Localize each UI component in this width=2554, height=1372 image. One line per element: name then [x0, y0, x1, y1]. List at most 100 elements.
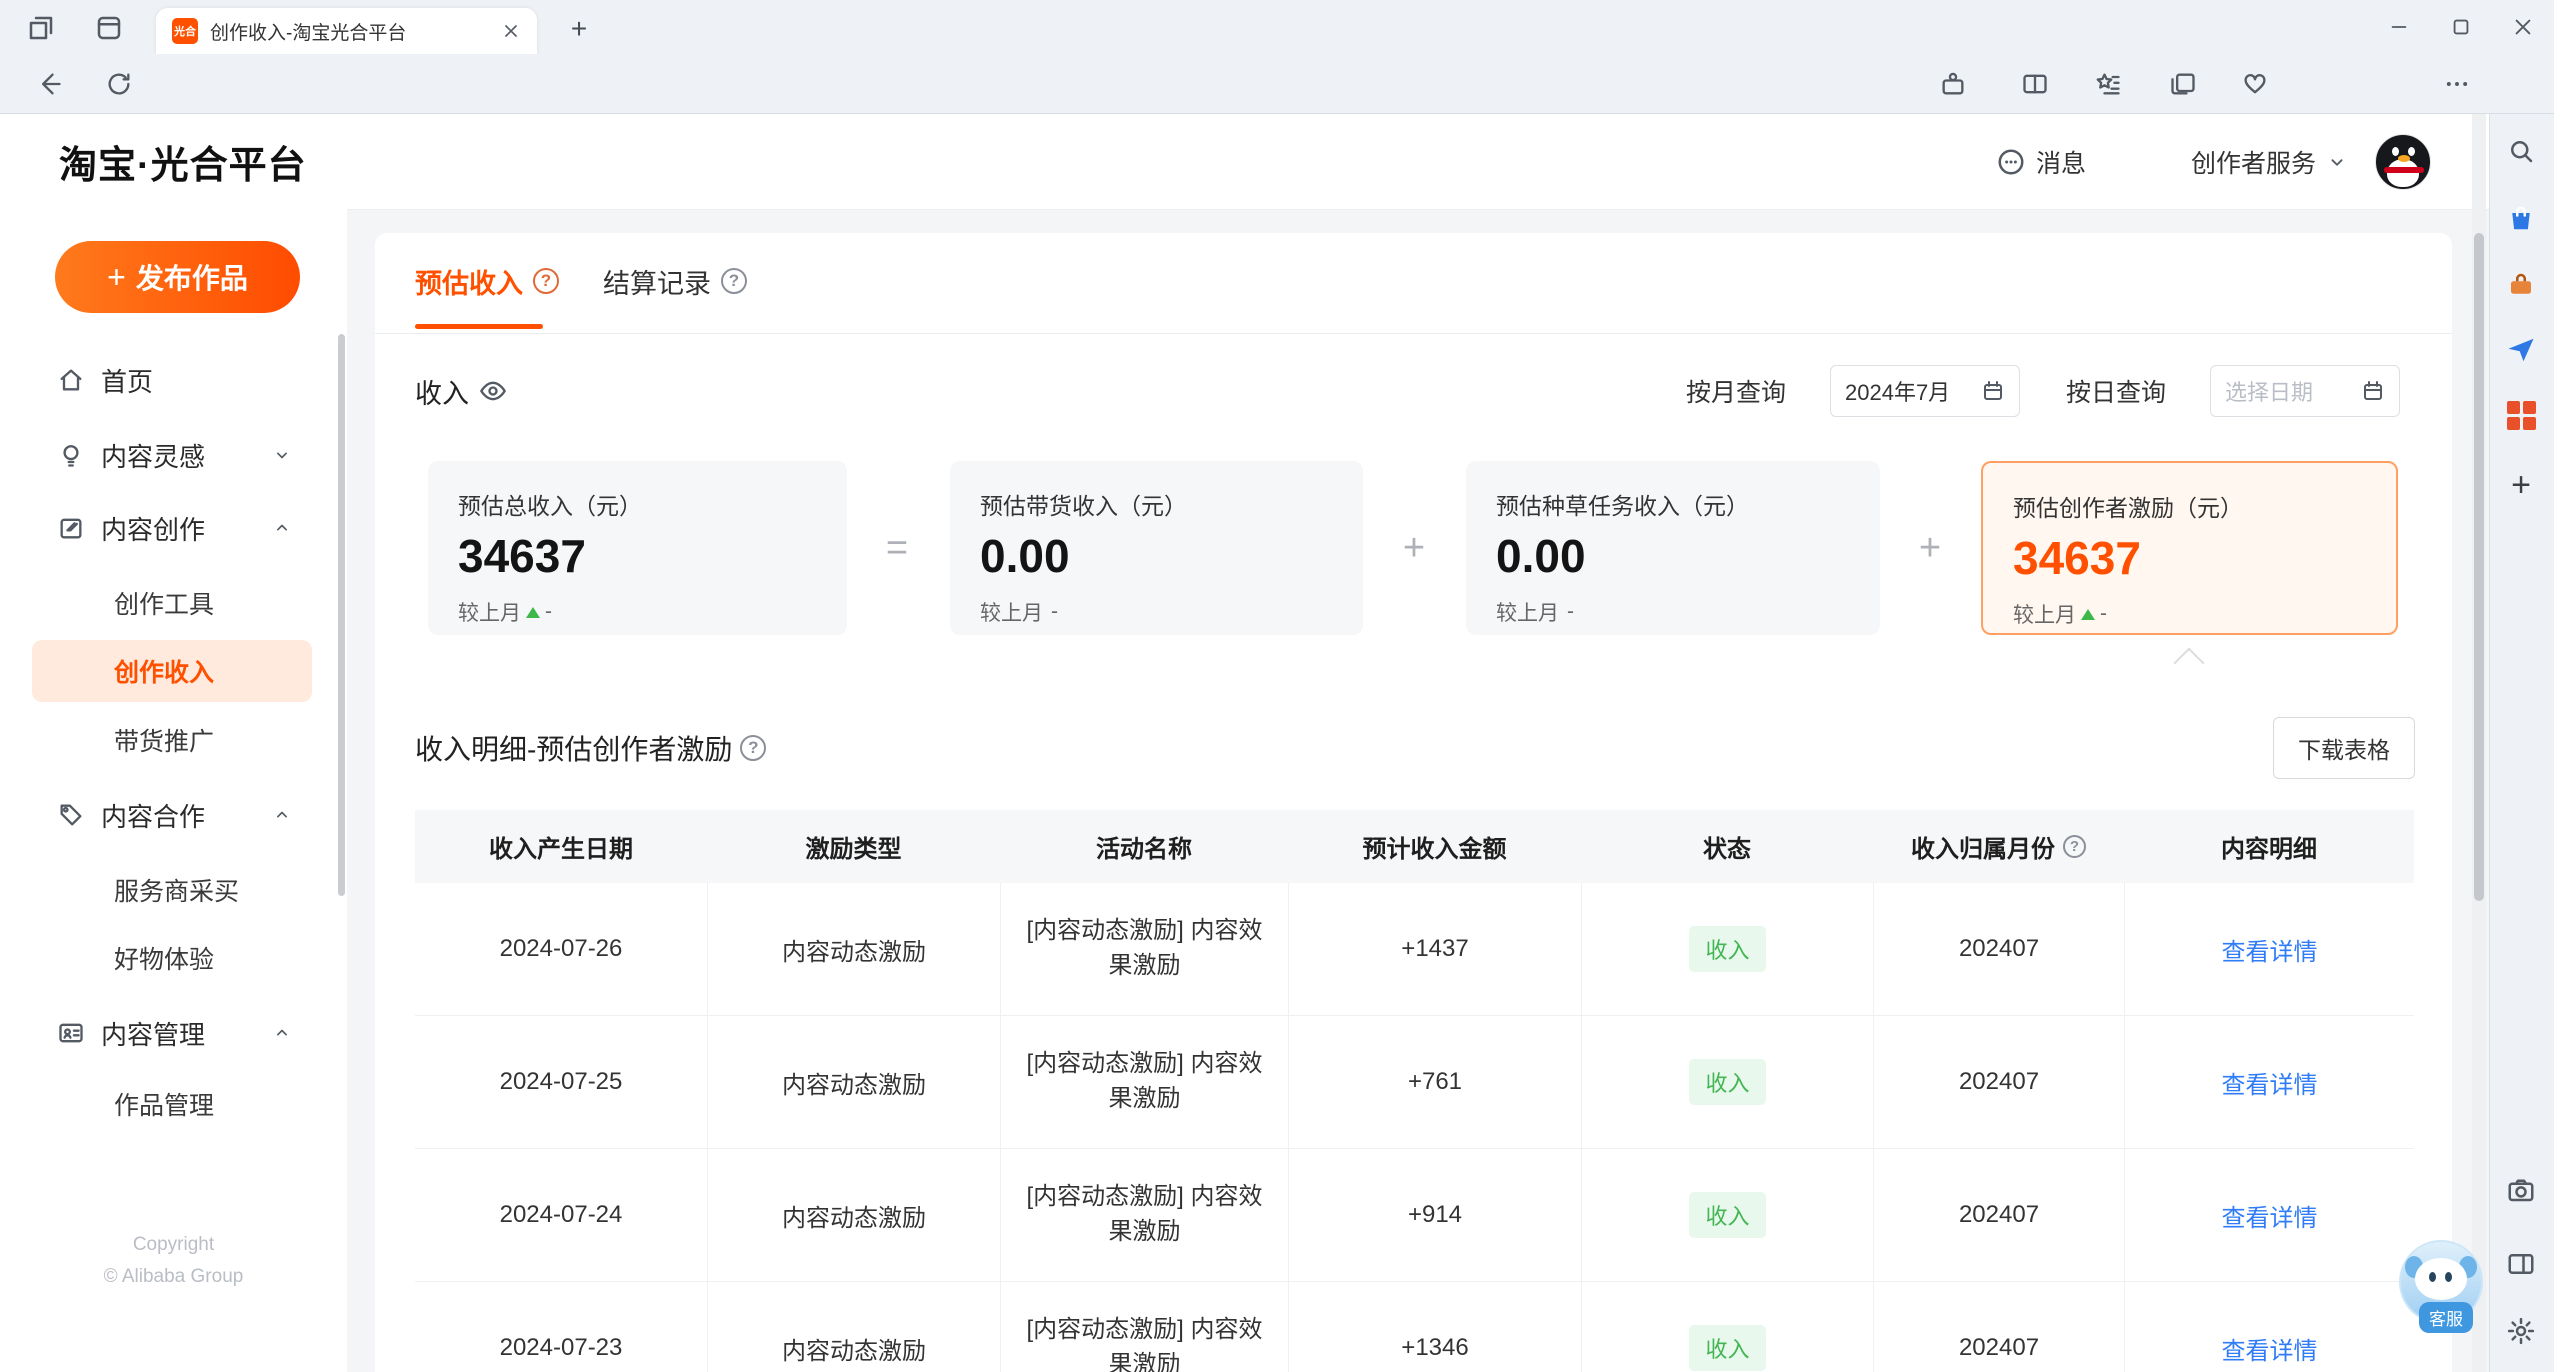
table-row: 2024-07-26 内容动态激励 [内容动态激励] 内容效果激励 +1437 …	[415, 883, 2414, 1016]
sidebar-item-product-promotion[interactable]: 带货推广	[0, 710, 347, 770]
sidebar-item-creation[interactable]: 内容创作	[0, 496, 347, 560]
stat-title: 预估种草任务收入（元）	[1496, 493, 1749, 519]
income-toolbar: 收入 按月查询 2024年7月 按日查询 选择日期	[375, 361, 2452, 421]
favorites-icon[interactable]	[2093, 69, 2123, 99]
browser-tab-strip: 光合 创作收入-淘宝光合平台 +	[0, 0, 2554, 54]
cell-date: 2024-07-23	[499, 1334, 623, 1361]
browser-essentials-icon[interactable]	[2240, 69, 2270, 99]
publish-label: 发布作品	[135, 263, 248, 294]
view-details-link[interactable]: 查看详情	[2222, 1331, 2318, 1366]
view-details-link[interactable]: 查看详情	[2222, 932, 2318, 967]
settings-gear-icon[interactable]	[2506, 1316, 2536, 1346]
month-picker-input[interactable]: 2024年7月	[1830, 365, 2020, 417]
help-icon[interactable]	[2063, 835, 2086, 858]
table-row: 2024-07-24 内容动态激励 [内容动态激励] 内容效果激励 +914 收…	[415, 1149, 2414, 1282]
stat-card-task-income: 预估种草任务收入（元） 0.00 较上月 -	[1466, 461, 1880, 635]
view-details-link[interactable]: 查看详情	[2222, 1198, 2318, 1233]
sidebar-item-label: 创作工具	[114, 591, 215, 619]
status-badge: 收入	[1689, 1192, 1766, 1238]
sidebar-item-home[interactable]: 首页	[0, 348, 347, 412]
chevron-down-icon	[2331, 158, 2343, 166]
income-section-label: 收入	[415, 361, 507, 421]
stat-title: 预估创作者激励（元）	[2013, 495, 2243, 521]
site-header: 淘宝·光合平台 消息 创作者服务	[0, 114, 2489, 209]
cell-detail: 查看详情	[2124, 1282, 2414, 1372]
selected-card-notch	[2173, 647, 2205, 679]
extensions-icon[interactable]	[1938, 69, 1968, 99]
download-table-button[interactable]: 下载表格	[2273, 717, 2415, 779]
sidebar-item-label: 好物体验	[114, 946, 215, 974]
tab-settlement-records[interactable]: 结算记录	[603, 233, 747, 329]
screenshot-icon[interactable]	[2506, 1175, 2536, 1205]
sidebar-item-label: 作品管理	[114, 1092, 215, 1120]
window-controls	[2368, 0, 2554, 54]
browser-toolbar: https://creator.guanghe.taobao.com/page/…	[0, 54, 2554, 161]
tools-icon[interactable]	[2506, 270, 2536, 300]
stat-value: 0.00	[980, 530, 1070, 582]
split-window-icon[interactable]	[2506, 1249, 2536, 1279]
eye-icon[interactable]	[479, 377, 507, 405]
sidebar-item-label: 内容合作	[101, 801, 206, 832]
tab-close-icon[interactable]	[501, 21, 521, 41]
help-icon[interactable]	[721, 268, 747, 294]
cell-type: 内容动态激励	[707, 1282, 1000, 1372]
status-badge: 收入	[1689, 926, 1766, 972]
image-creator-icon[interactable]	[2506, 400, 2536, 430]
vertical-tabs-icon[interactable]	[94, 13, 124, 43]
copyright-text: Copyright © Alibaba Group	[103, 1234, 244, 1288]
minimize-button[interactable]	[2368, 0, 2430, 54]
trend-up-icon	[2081, 608, 2095, 620]
back-icon[interactable]	[34, 69, 64, 99]
messages-button[interactable]: 消息	[1996, 114, 2086, 209]
refresh-icon[interactable]	[104, 69, 134, 99]
sidebar-item-inspiration[interactable]: 内容灵感	[0, 423, 347, 487]
sidebar-item-creation-tools[interactable]: 创作工具	[0, 573, 347, 633]
user-avatar[interactable]	[2375, 134, 2431, 190]
date-picker-input[interactable]: 选择日期	[2210, 365, 2400, 417]
help-icon[interactable]	[533, 268, 559, 294]
workspaces-icon[interactable]	[26, 13, 56, 43]
sidebar-search-icon[interactable]	[2506, 136, 2536, 166]
sidebar-item-label: 内容灵感	[101, 441, 206, 472]
day-query-label: 按日查询	[2066, 379, 2167, 407]
shopping-icon[interactable]	[2506, 203, 2536, 233]
sidebar-item-creation-income[interactable]: 创作收入	[0, 641, 347, 701]
split-screen-icon[interactable]	[2020, 69, 2050, 99]
publish-work-button[interactable]: + 发布作品	[55, 241, 300, 313]
chevron-down-icon	[272, 445, 292, 465]
help-icon[interactable]	[740, 735, 767, 761]
creation-icon	[57, 514, 85, 542]
sidebar-item-works-management[interactable]: 作品管理	[0, 1074, 347, 1134]
sidebar-item-cooperation[interactable]: 内容合作	[0, 783, 347, 847]
inspiration-icon	[57, 441, 85, 469]
maximize-button[interactable]	[2430, 0, 2492, 54]
month-query-label: 按月查询	[1686, 379, 1787, 407]
view-details-link[interactable]: 查看详情	[2222, 1065, 2318, 1100]
cell-month: 202407	[1873, 883, 2124, 1015]
sidebar-add-icon[interactable]: +	[2506, 466, 2536, 504]
status-badge: 收入	[1689, 1325, 1766, 1371]
browser-tab[interactable]: 光合 创作收入-淘宝光合平台	[156, 8, 537, 54]
sidebar-scrollbar[interactable]	[338, 334, 345, 896]
new-tab-button[interactable]: +	[562, 12, 596, 46]
sidebar-item-management[interactable]: 内容管理	[0, 1001, 347, 1065]
income-tabs: 预估收入 结算记录	[375, 233, 2452, 334]
share-send-icon[interactable]	[2506, 335, 2536, 365]
stat-footer: 较上月 -	[2013, 602, 2107, 627]
cell-month: 202407	[1873, 1016, 2124, 1148]
close-window-button[interactable]	[2492, 0, 2554, 54]
page-scrollbar-thumb[interactable]	[2474, 233, 2484, 901]
customer-service-widget[interactable]: 客服	[2399, 1240, 2483, 1333]
stat-card-creator-incentive[interactable]: 预估创作者激励（元） 34637 较上月 -	[1981, 461, 2398, 635]
sidebar-item-product-experience[interactable]: 好物体验	[0, 928, 347, 988]
cell-month: 202407	[1873, 1149, 2124, 1281]
left-sidebar: + 发布作品 首页 内容灵感 内容创作 创作工具 创作收入 带货推广 内容合作 …	[0, 209, 347, 1372]
collections-icon[interactable]	[2168, 69, 2198, 99]
cell-detail: 查看详情	[2124, 1149, 2414, 1281]
browser-menu-icon[interactable]	[2442, 69, 2472, 99]
creator-service-dropdown[interactable]: 创作者服务	[2191, 114, 2348, 209]
sidebar-item-label: 创作收入	[114, 659, 215, 687]
sidebar-item-service-purchase[interactable]: 服务商采买	[0, 860, 347, 920]
tab-estimated-income[interactable]: 预估收入	[415, 233, 559, 329]
cell-type: 内容动态激励	[707, 883, 1000, 1015]
